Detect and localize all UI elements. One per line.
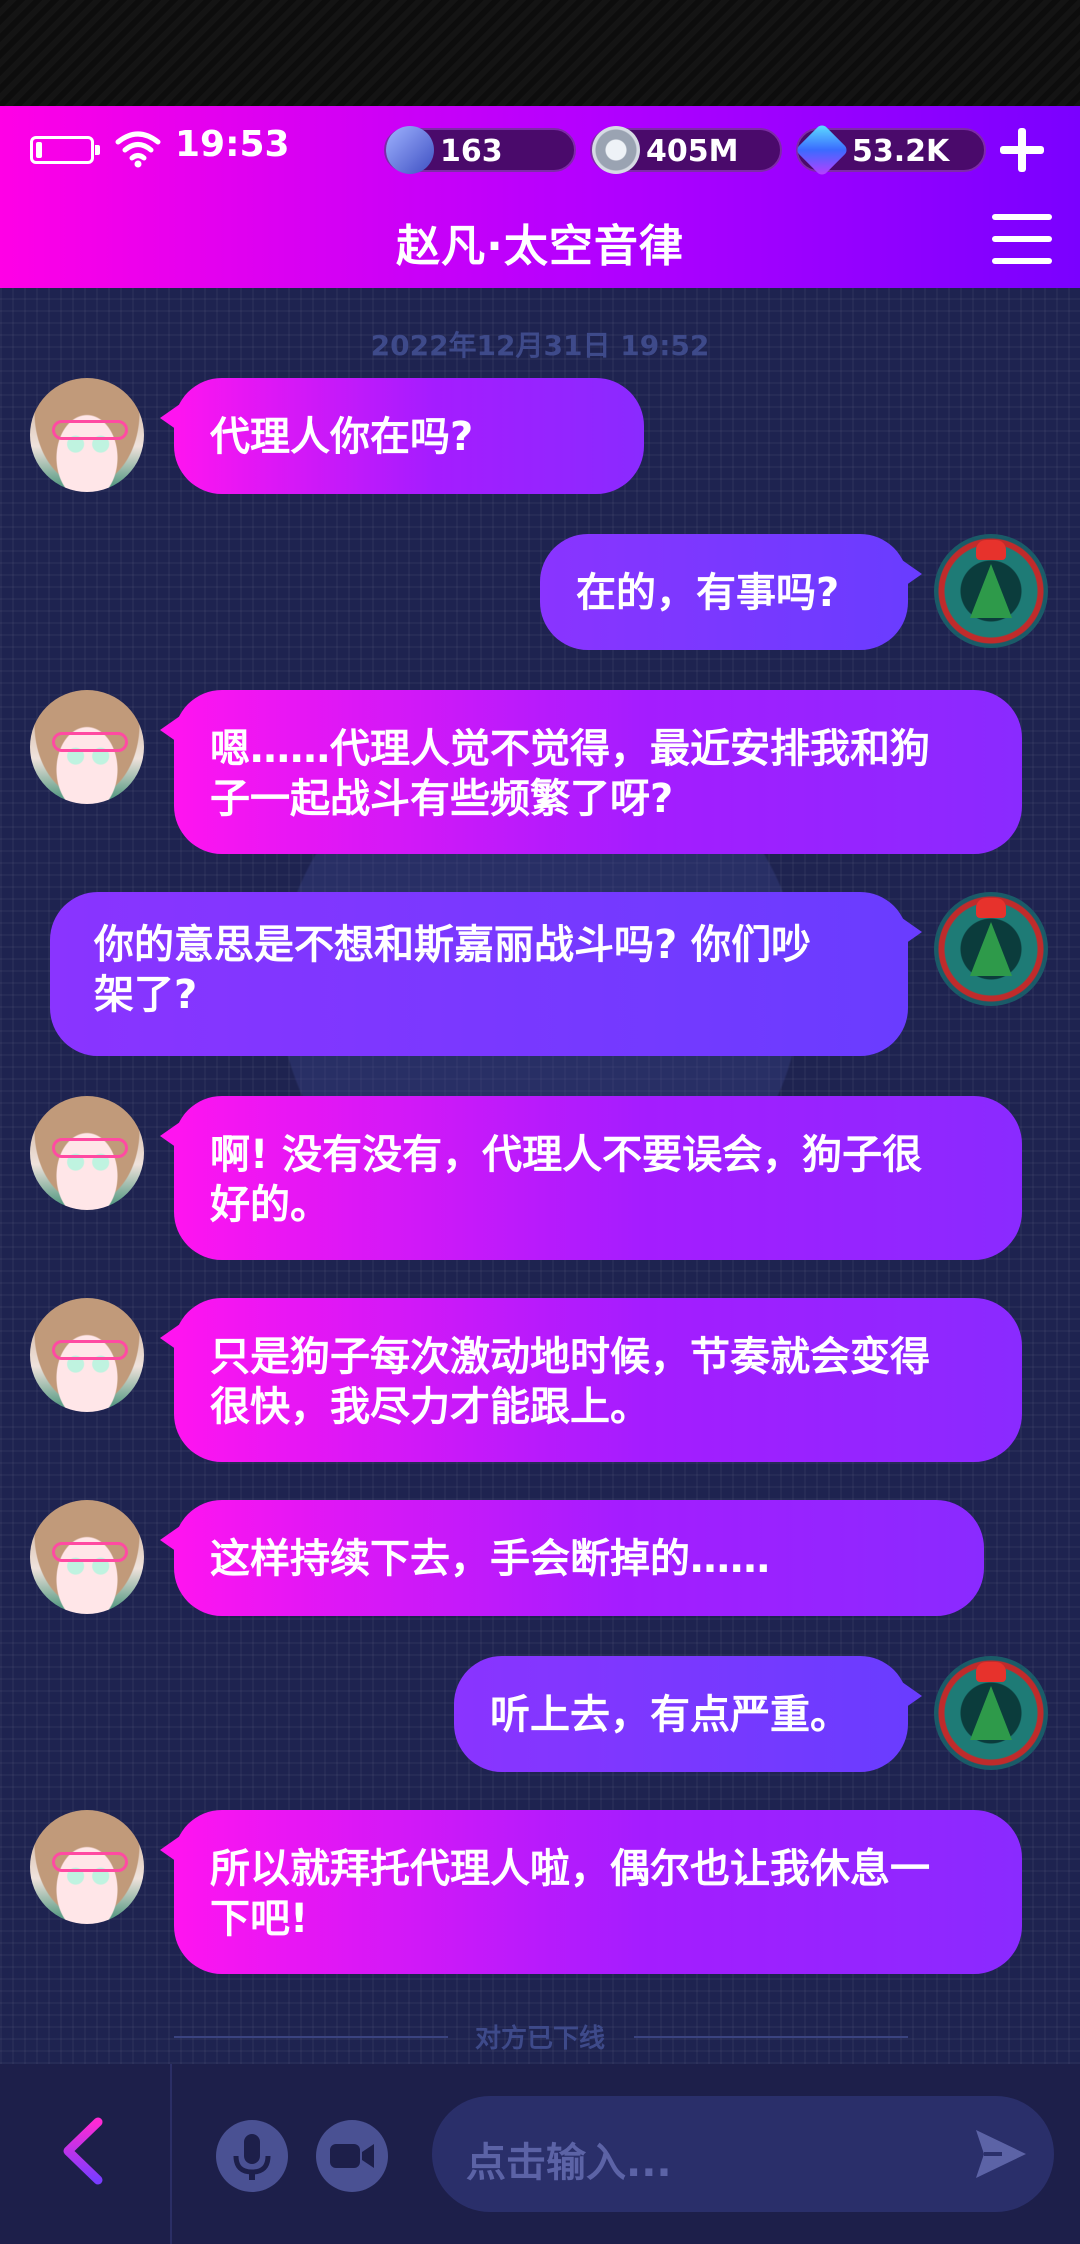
- cube-gem-icon: [794, 122, 850, 178]
- user-avatar[interactable]: [934, 1656, 1048, 1770]
- message-input-placeholder: 点击输入...: [466, 2140, 672, 2186]
- coin-value: 405M: [646, 134, 739, 169]
- gem-value: 53.2K: [852, 134, 950, 169]
- message-line: 很快，我尽力才能跟上。: [210, 1384, 650, 1430]
- message-line: 嗯……代理人觉不觉得，最近安排我和狗: [210, 726, 930, 772]
- message-bubble-received: 所以就拜托代理人啦，偶尔也让我休息一 下吧!: [160, 1810, 1022, 1974]
- voice-button[interactable]: [216, 2120, 288, 2192]
- message-line: 下吧!: [210, 1896, 309, 1942]
- add-resource-button[interactable]: [996, 124, 1048, 176]
- contact-avatar[interactable]: [30, 1298, 144, 1412]
- message-line: 这样持续下去，手会断掉的……: [210, 1536, 770, 1582]
- microphone-icon: [233, 2134, 271, 2180]
- divider: [170, 2064, 172, 2244]
- chat-timestamp: 2022年12月31日 19:52: [370, 329, 710, 362]
- offline-notice: 对方已下线: [0, 2016, 1080, 2056]
- message-bubble-received: 嗯……代理人觉不觉得，最近安排我和狗 子一起战斗有些频繁了呀?: [160, 690, 1022, 854]
- message-line: 好的。: [210, 1182, 330, 1228]
- contact-avatar[interactable]: [30, 1810, 144, 1924]
- user-avatar[interactable]: [934, 892, 1048, 1006]
- page-title: 赵凡·太空音律: [396, 221, 684, 272]
- message-bubble-sent: 听上去，有点严重。: [454, 1656, 922, 1772]
- message-line: 只是狗子每次激动地时候，节奏就会变得: [210, 1334, 930, 1380]
- status-bar-background: [0, 0, 1080, 106]
- header: 19:53 163 405M 53.2K 赵凡·太空音律: [0, 106, 1080, 288]
- message-bubble-received: 啊! 没有没有，代理人不要误会，狗子很 好的。: [160, 1096, 1022, 1260]
- message-line: 啊! 没有没有，代理人不要误会，狗子很: [210, 1132, 923, 1178]
- offline-text: 对方已下线: [474, 2024, 605, 2054]
- message-bubble-received: 代理人你在吗?: [160, 378, 644, 494]
- message-line: 子一起战斗有些频繁了呀?: [210, 776, 674, 822]
- contact-avatar[interactable]: [30, 378, 144, 492]
- contact-avatar[interactable]: [30, 1500, 144, 1614]
- divider-line: [634, 2036, 908, 2038]
- message-line: 所以就拜托代理人啦，偶尔也让我休息一: [210, 1846, 930, 1892]
- coin-counter[interactable]: 405M: [590, 126, 782, 174]
- stamina-value: 163: [440, 134, 503, 169]
- input-bar: 点击输入...: [0, 2064, 1080, 2244]
- message-line: 在的，有事吗?: [576, 570, 840, 616]
- contact-avatar[interactable]: [30, 1096, 144, 1210]
- user-avatar[interactable]: [934, 534, 1048, 648]
- send-icon[interactable]: [972, 2126, 1030, 2182]
- message-line: 代理人你在吗?: [210, 414, 474, 460]
- message-bubble-received: 只是狗子每次激动地时候，节奏就会变得 很快，我尽力才能跟上。: [160, 1298, 1022, 1462]
- back-chevron-icon[interactable]: [58, 2116, 108, 2186]
- clock: 19:53: [175, 124, 290, 165]
- message-bubble-sent: 在的，有事吗?: [540, 534, 922, 650]
- message-line: 你的意思是不想和斯嘉丽战斗吗? 你们吵: [94, 922, 812, 968]
- video-button[interactable]: [316, 2120, 388, 2192]
- coin-icon: [592, 126, 640, 174]
- stamina-icon: [386, 126, 434, 174]
- message-input[interactable]: 点击输入...: [432, 2096, 1054, 2212]
- video-camera-icon: [330, 2144, 374, 2168]
- message-line: 架了?: [94, 972, 198, 1018]
- message-bubble-sent: 你的意思是不想和斯嘉丽战斗吗? 你们吵 架了?: [50, 892, 922, 1056]
- menu-icon[interactable]: [992, 214, 1052, 266]
- status-bar: 19:53 163 405M 53.2K: [0, 118, 1080, 178]
- gem-counter[interactable]: 53.2K: [794, 122, 986, 178]
- chat-screen: 19:53 163 405M 53.2K 赵凡·太空音律 2022年12月31日…: [0, 0, 1080, 2244]
- wifi-icon: [115, 131, 161, 168]
- stamina-counter[interactable]: 163: [384, 126, 576, 174]
- message-line: 听上去，有点严重。: [490, 1692, 850, 1738]
- battery-icon: [30, 136, 100, 164]
- chat-area[interactable]: 2022年12月31日 19:52 代理人你在吗? 在的，有事吗? 嗯……代理人…: [0, 288, 1080, 2064]
- contact-avatar[interactable]: [30, 690, 144, 804]
- message-bubble-received: 这样持续下去，手会断掉的……: [160, 1500, 984, 1616]
